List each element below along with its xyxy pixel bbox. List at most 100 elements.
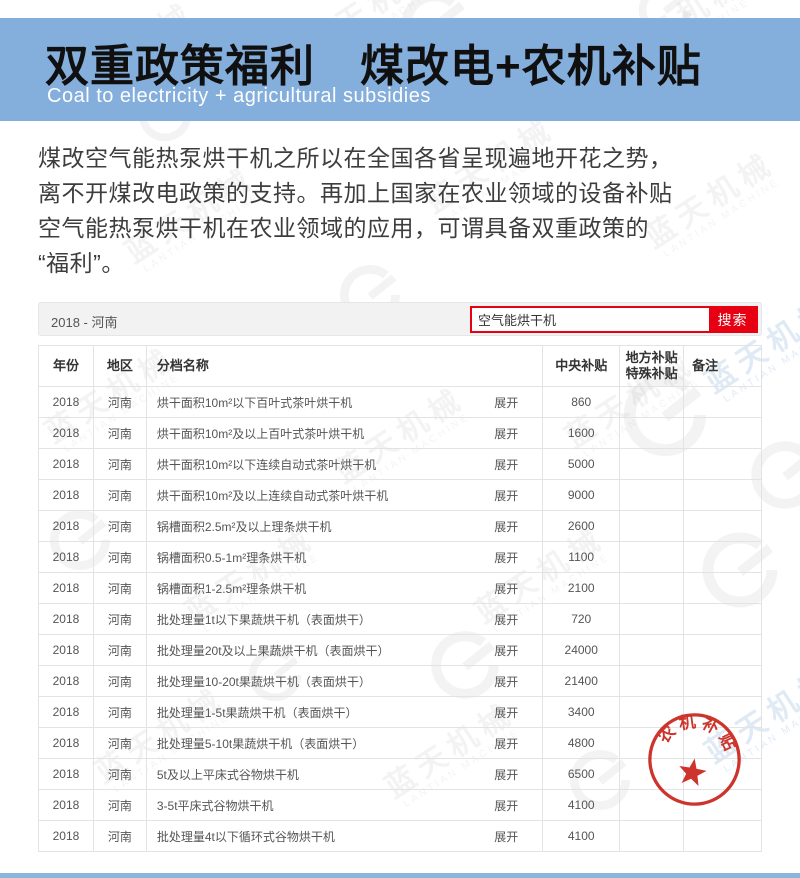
expand-link[interactable]: 展开: [494, 456, 532, 473]
remark-cell: [684, 449, 762, 480]
table-row: 2018河南批处理量1t以下果蔬烘干机（表面烘干） 展开 720: [39, 604, 762, 635]
central-subsidy-cell: 9000: [543, 480, 620, 511]
intro-paragraph: 煤改空气能热泵烘干机之所以在全国各省呈现遍地开花之势， 离不开煤改电政策的支持。…: [38, 141, 768, 281]
table-row: 2018河南批处理量20t及以上果蔬烘干机（表面烘干）展开24000: [39, 635, 762, 666]
central-subsidy-cell: 720: [543, 604, 620, 635]
expand-link[interactable]: 展开: [494, 766, 532, 783]
table-row: 2018河南锅槽面积1-2.5m²理条烘干机展开2100: [39, 573, 762, 604]
remark-cell: [684, 604, 762, 635]
local-subsidy-cell: [620, 821, 684, 852]
expand-link[interactable]: 展开: [494, 549, 532, 566]
region-cell: 河南: [93, 573, 146, 604]
table-row: 2018河南锅槽面积2.5m²及以上理条烘干机 展开 2600: [39, 511, 762, 542]
tier-name: 批处理量20t及以上果蔬烘干机（表面烘干）: [157, 642, 390, 659]
tier-name: 烘干面积10m²及以上连续自动式茶叶烘干机: [157, 487, 388, 504]
region-cell: 河南: [93, 604, 146, 635]
name-cell: 锅槽面积0.5-1m²理条烘干机展开: [146, 542, 542, 573]
year-cell: 2018: [39, 697, 94, 728]
search-button[interactable]: 搜索: [709, 308, 756, 331]
remark-cell: [684, 387, 762, 418]
tier-name: 烘干面积10m²以下连续自动式茶叶烘干机: [157, 456, 376, 473]
search-input[interactable]: [472, 308, 709, 331]
expand-link[interactable]: 展开: [494, 425, 532, 442]
local-subsidy-cell: [620, 542, 684, 573]
expand-link[interactable]: 展开: [494, 735, 532, 752]
expand-link[interactable]: 展开: [494, 611, 532, 628]
year-cell: 2018: [39, 821, 94, 852]
central-subsidy-cell: 2600: [543, 511, 620, 542]
name-cell: 烘干面积10m²及以上连续自动式茶叶烘干机 展开: [146, 480, 542, 511]
remark-cell: [684, 635, 762, 666]
year-cell: 2018: [39, 728, 94, 759]
expand-link[interactable]: 展开: [494, 828, 532, 845]
table-row: 2018河南烘干面积10m²以下连续自动式茶叶烘干机展开5000: [39, 449, 762, 480]
tier-name: 批处理量1-5t果蔬烘干机（表面烘干）: [157, 704, 358, 721]
local-subsidy-cell: [620, 449, 684, 480]
year-cell: 2018: [39, 604, 94, 635]
header-banner: 双重政策福利 煤改电+农机补贴 Coal to electricity + ag…: [0, 18, 800, 121]
expand-link[interactable]: 展开: [494, 580, 532, 597]
central-subsidy-cell: 2100: [543, 573, 620, 604]
tier-name: 烘干面积10m²及以上百叶式茶叶烘干机: [157, 425, 364, 442]
remark-cell: [684, 666, 762, 697]
expand-link[interactable]: 展开: [494, 394, 532, 411]
region-cell: 河南: [93, 759, 146, 790]
name-cell: 批处理量5-10t果蔬烘干机（表面烘干）展开: [146, 728, 542, 759]
region-cell: 河南: [93, 418, 146, 449]
subsidy-stamp: 农机补贴: [646, 711, 743, 808]
table-header-row: 年份 地区 分档名称 中央补贴 地方补贴 特殊补贴 备注: [39, 346, 762, 387]
name-cell: 烘干面积10m²及以上百叶式茶叶烘干机 展开: [146, 418, 542, 449]
region-cell: 河南: [93, 511, 146, 542]
year-cell: 2018: [39, 511, 94, 542]
expand-link[interactable]: 展开: [494, 487, 532, 504]
expand-link[interactable]: 展开: [494, 642, 532, 659]
intro-line: 离不开煤改电政策的支持。再加上国家在农业领域的设备补贴: [38, 176, 768, 211]
local-subsidy-cell: [620, 480, 684, 511]
local-subsidy-cell: [620, 635, 684, 666]
local-subsidy-cell: [620, 573, 684, 604]
table-row: 2018河南锅槽面积0.5-1m²理条烘干机展开1100: [39, 542, 762, 573]
central-subsidy-cell: 3400: [543, 697, 620, 728]
remark-cell: [684, 511, 762, 542]
expand-link[interactable]: 展开: [494, 797, 532, 814]
tier-name: 烘干面积10m²以下百叶式茶叶烘干机: [157, 394, 352, 411]
table-row: 2018河南烘干面积10m²及以上百叶式茶叶烘干机展开1600: [39, 418, 762, 449]
header-local-line2: 特殊补贴: [621, 366, 682, 382]
name-cell: 锅槽面积1-2.5m²理条烘干机展开: [146, 573, 542, 604]
expand-link[interactable]: 展开: [494, 704, 532, 721]
central-subsidy-cell: 4100: [543, 790, 620, 821]
remark-cell: [684, 821, 762, 852]
name-cell: 批处理量1-5t果蔬烘干机（表面烘干） 展开: [146, 697, 542, 728]
name-cell: 3-5t平床式谷物烘干机展开: [146, 790, 542, 821]
tier-name: 5t及以上平床式谷物烘干机: [157, 766, 299, 783]
local-subsidy-cell: [620, 604, 684, 635]
search-box: 搜索: [470, 306, 758, 333]
tier-name: 锅槽面积2.5m²及以上理条烘干机: [157, 518, 332, 535]
tier-name: 批处理量1t以下果蔬烘干机（表面烘干）: [157, 611, 371, 628]
name-cell: 烘干面积10m²以下百叶式茶叶烘干机 展开: [146, 387, 542, 418]
table-row: 2018河南批处理量10-20t果蔬烘干机（表面烘干）展开21400: [39, 666, 762, 697]
expand-link[interactable]: 展开: [494, 673, 532, 690]
central-subsidy-cell: 4100: [543, 821, 620, 852]
region-cell: 河南: [93, 728, 146, 759]
central-subsidy-cell: 6500: [543, 759, 620, 790]
header-central-subsidy: 中央补贴: [543, 346, 620, 387]
region-cell: 河南: [93, 449, 146, 480]
region-cell: 河南: [93, 542, 146, 573]
name-cell: 批处理量20t及以上果蔬烘干机（表面烘干） 展开: [146, 635, 542, 666]
name-cell: 批处理量4t以下循环式谷物烘干机展开: [146, 821, 542, 852]
central-subsidy-cell: 5000: [543, 449, 620, 480]
central-subsidy-cell: 24000: [543, 635, 620, 666]
name-cell: 烘干面积10m²以下连续自动式茶叶烘干机 展开: [146, 449, 542, 480]
header-region: 地区: [93, 346, 146, 387]
table-row: 2018河南批处理量4t以下循环式谷物烘干机展开4100: [39, 821, 762, 852]
central-subsidy-cell: 1600: [543, 418, 620, 449]
header-year: 年份: [39, 346, 94, 387]
local-subsidy-cell: [620, 511, 684, 542]
expand-link[interactable]: 展开: [494, 518, 532, 535]
remark-cell: [684, 573, 762, 604]
year-cell: 2018: [39, 635, 94, 666]
page-subtitle: Coal to electricity + agricultural subsi…: [47, 85, 431, 108]
header-name: 分档名称: [146, 346, 542, 387]
region-cell: 河南: [93, 697, 146, 728]
